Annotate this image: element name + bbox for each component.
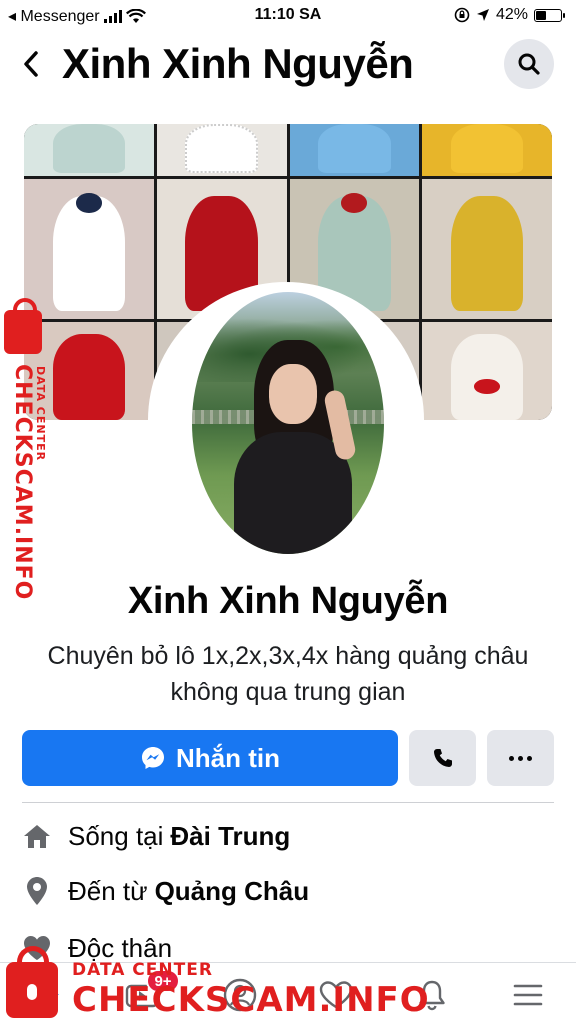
battery-percent: 42% <box>495 6 528 23</box>
divider <box>22 802 554 803</box>
watermark-bottom-text: CHECKSCAM.INFO <box>72 980 430 1020</box>
message-button[interactable]: Nhắn tin <box>22 730 398 786</box>
rotation-lock-icon <box>454 7 470 23</box>
chevron-left-icon <box>24 51 38 77</box>
info-from-prefix: Đến từ <box>68 875 148 906</box>
profile-bio: Chuyên bỏ lô 1x,2x,3x,4x hàng quảng châu… <box>47 642 529 706</box>
profile-name: Xinh Xinh Nguyễn <box>127 580 449 622</box>
status-bar: ◂ Messenger 11:10 SA 42% <box>0 0 576 30</box>
back-button[interactable] <box>16 46 46 82</box>
messenger-icon <box>142 747 164 769</box>
watermark-vertical: CHECKSCAM.INFO DATA CENTER <box>4 298 47 600</box>
info-lives-in: Sống tại Đài Trung <box>22 816 554 856</box>
search-icon <box>518 53 540 75</box>
info-lives-in-prefix: Sống tại <box>68 820 164 851</box>
more-icon <box>509 755 532 761</box>
profile-header: Xinh Xinh Nguyễn <box>0 34 576 96</box>
more-button[interactable] <box>487 730 554 786</box>
nav-menu[interactable] <box>500 973 556 1017</box>
location-arrow-icon <box>476 9 489 21</box>
message-button-label[interactable]: Nhắn tin <box>176 743 280 774</box>
battery-icon <box>534 8 565 22</box>
header-title: Xinh Xinh Nguyễn <box>62 40 414 87</box>
info-from: Đến từ Quảng Châu <box>22 871 554 911</box>
call-button[interactable] <box>409 730 476 786</box>
watermark-bottom-sub: DATA CENTER <box>72 960 213 980</box>
lock-icon <box>4 298 42 354</box>
watermark-vertical-sub: DATA CENTER <box>34 366 47 462</box>
watermark-vertical-text: CHECKSCAM.INFO <box>10 364 35 601</box>
avatar[interactable] <box>192 292 384 554</box>
info-from-value[interactable]: Quảng Châu <box>155 876 310 907</box>
status-indicators: 42% <box>454 6 565 24</box>
info-relationship-label: Độc thân <box>68 932 173 963</box>
home-icon <box>22 821 52 851</box>
search-button[interactable] <box>504 39 554 89</box>
lock-icon <box>6 946 58 1018</box>
menu-icon <box>513 984 543 1006</box>
location-pin-icon <box>22 876 52 906</box>
info-lives-in-value[interactable]: Đài Trung <box>170 821 290 852</box>
phone-icon <box>433 749 452 767</box>
